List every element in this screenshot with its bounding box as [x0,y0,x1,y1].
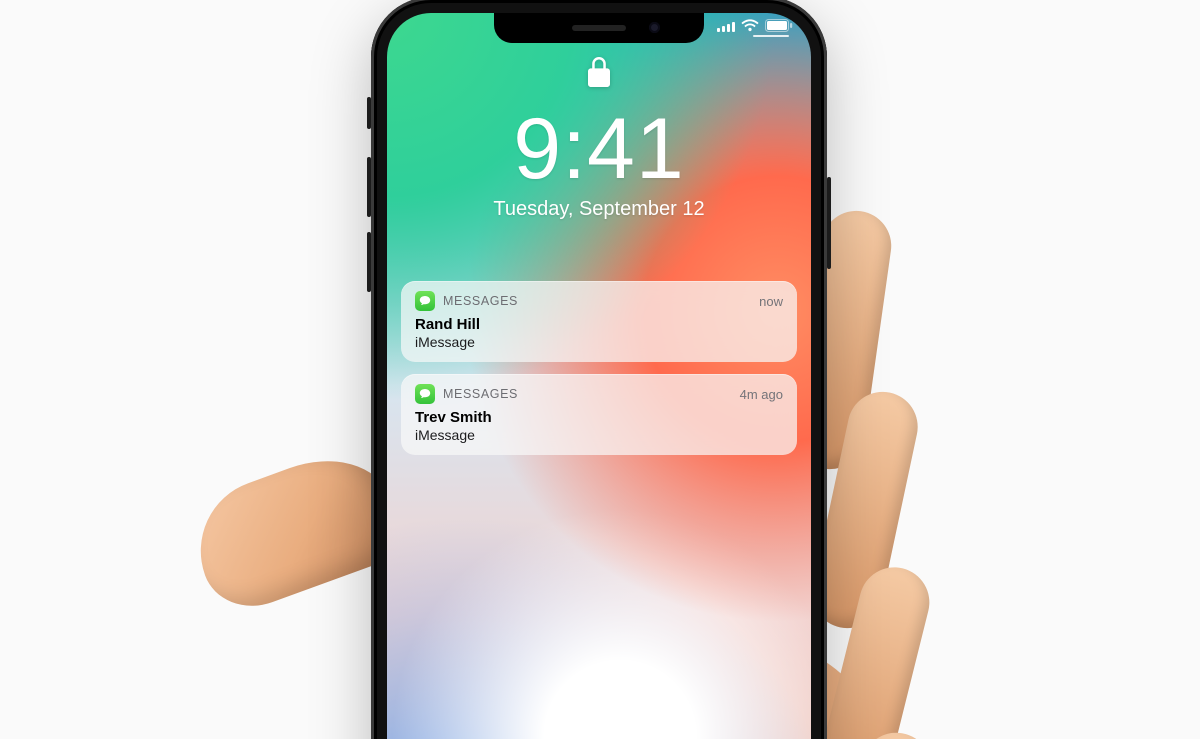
notification-preview: iMessage [415,334,783,350]
notification-app-name: MESSAGES [443,294,518,308]
notification-preview: iMessage [415,427,783,443]
mute-switch[interactable] [367,97,371,129]
notification-app-name: MESSAGES [443,387,518,401]
cellular-signal-icon [717,20,735,32]
iphone-frame: 9:41 Tuesday, September 12 MESSAGES now … [371,0,827,739]
side-button[interactable] [827,177,831,269]
notification-sender: Trev Smith [415,409,783,426]
display-notch [494,13,704,43]
lock-icon [588,74,610,91]
messages-app-icon [415,384,435,404]
notification-list: MESSAGES now Rand Hill iMessage MESSAGES… [401,281,797,455]
notification-timestamp: 4m ago [740,387,783,402]
notification-card[interactable]: MESSAGES now Rand Hill iMessage [401,281,797,362]
product-shot: 9:41 Tuesday, September 12 MESSAGES now … [0,0,1200,739]
lock-screen-time: 9:41 [387,106,811,192]
notification-timestamp: now [759,294,783,309]
wifi-icon [741,19,759,32]
lock-screen[interactable]: 9:41 Tuesday, September 12 MESSAGES now … [387,13,811,739]
volume-down-button[interactable] [367,232,371,292]
status-bar [717,19,793,32]
notification-card[interactable]: MESSAGES 4m ago Trev Smith iMessage [401,374,797,455]
battery-icon [765,19,793,32]
notification-sender: Rand Hill [415,316,783,333]
messages-app-icon [415,291,435,311]
lock-screen-date: Tuesday, September 12 [387,198,811,221]
status-underline [753,35,789,37]
volume-up-button[interactable] [367,157,371,217]
